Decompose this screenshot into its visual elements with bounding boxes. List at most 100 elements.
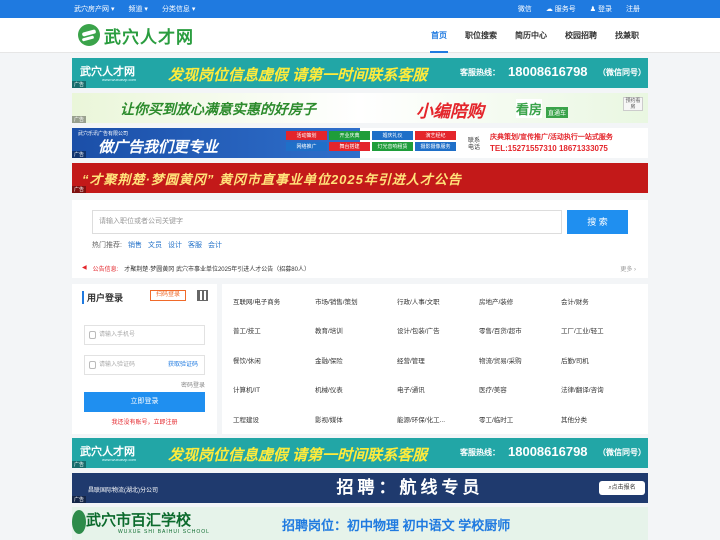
phone-input[interactable]: 请输入手机号 [84, 325, 205, 345]
banner-talent-announcement[interactable]: “才聚荆楚·梦圆黄冈” 黄冈市直事业单位2025年引进人才公告 广告 [72, 163, 648, 193]
apply-button[interactable]: ⌕点击报名 [599, 481, 645, 495]
category-item[interactable]: 物流/贸易/采购 [479, 356, 561, 367]
hot-keywords: 热门推荐: 销售 文员 设计 客服 会计 [92, 240, 222, 250]
banner-house[interactable]: 让你买到放心满意实惠的好房子 小编陪购 看房 直通车 预约看房 广告 [72, 93, 648, 123]
topbar-link-classified[interactable]: 分类信息 ▾ [162, 4, 195, 14]
banner-wechat-note: （微信同号） [598, 448, 646, 457]
ad-tag: 广告 [72, 81, 87, 88]
category-item[interactable]: 影视/媒体 [315, 415, 397, 426]
category-item[interactable]: 教育/培训 [315, 326, 397, 337]
category-item[interactable]: 法律/翻译/咨询 [561, 385, 643, 396]
shield-icon [89, 361, 96, 369]
scan-login-button[interactable]: 扫码登录 [150, 290, 186, 301]
logo-icon [78, 24, 100, 46]
category-item[interactable]: 市场/销售/策划 [315, 297, 397, 308]
banner-house-text: 让你买到放心满意实惠的好房子 [120, 101, 316, 117]
notice-more-link[interactable]: 更多 › [620, 264, 636, 273]
category-item[interactable]: 设计/包装/广告 [397, 326, 479, 337]
nav-job-search[interactable]: 职位搜索 [456, 18, 506, 53]
category-item[interactable]: 其他分类 [561, 415, 643, 426]
register-link[interactable]: 我还没有账号，立即注册 [72, 417, 217, 426]
category-item[interactable]: 餐饮/休闲 [233, 356, 315, 367]
hot-keyword[interactable]: 销售 [128, 240, 142, 250]
site-logo[interactable]: 武穴人才网 [78, 23, 194, 47]
get-code-button[interactable]: 获取验证码 [168, 356, 198, 374]
password-login-link[interactable]: 密码登录 [181, 380, 205, 389]
logistics-title: 招聘：航线专员 [172, 473, 648, 503]
topbar-login[interactable]: ♟ 登录 [590, 4, 612, 14]
category-item[interactable]: 行政/人事/文职 [397, 297, 479, 308]
school-emblem-icon [72, 510, 86, 534]
category-item[interactable]: 医疗/美容 [479, 385, 561, 396]
topbar-register[interactable]: 注册 [626, 4, 640, 14]
category-item[interactable]: 计算机/IT [233, 385, 315, 396]
service-chip: 灯光音响租赁 [372, 142, 413, 151]
category-item[interactable]: 经营/管理 [397, 356, 479, 367]
nav-home[interactable]: 首页 [422, 18, 456, 53]
school-name-en: WUXUE SHI BAIHUI SCHOOL [118, 529, 210, 535]
banner-customer-service-2[interactable]: 武穴人才网 www.wuxuezp.com 发现岗位信息虚假 请第一时间联系客服… [72, 438, 648, 468]
hot-keyword[interactable]: 设计 [168, 240, 182, 250]
banner-customer-service[interactable]: 武穴人才网 www.wuxuezp.com 发现岗位信息虚假 请第一时间联系客服… [72, 58, 648, 88]
topbar-link-house[interactable]: 武穴房产网 ▾ [74, 4, 114, 14]
category-item[interactable]: 后勤/司机 [561, 356, 643, 367]
banner-slogan: 发现岗位信息虚假 请第一时间联系客服 [168, 67, 428, 84]
banner-logo-url: www.wuxuezp.com [102, 457, 137, 462]
top-bar: 武穴房产网 ▾ 频道 ▾ 分类信息 ▾ 微信 ☁ 服务号 ♟ 登录 注册 [0, 0, 720, 18]
banner-contact-label: 联系电话 [468, 138, 481, 151]
ad-tag: 广告 [72, 151, 87, 158]
banner-tel-line: TEL:15271557310 18671333075 [490, 144, 608, 153]
banner-hotline-label: 客服热线： [460, 68, 500, 77]
banner-school-recruit[interactable]: 武穴市百汇学校 WUXUE SHI BAIHUI SCHOOL 招聘岗位：初中物… [72, 507, 648, 540]
topbar-wechat[interactable]: 微信 [518, 4, 532, 14]
logo-text: 武穴人才网 [104, 27, 194, 47]
login-button[interactable]: 立即登录 [84, 392, 205, 412]
search-input[interactable]: 请输入职位或者公司关键字 [92, 210, 562, 234]
banner-services-line: 庆典策划/宣传推广/活动执行一站式服务 [490, 134, 613, 141]
ad-tag: 广告 [72, 116, 87, 123]
category-item[interactable]: 机械/仪表 [315, 385, 397, 396]
hot-keyword[interactable]: 文员 [148, 240, 162, 250]
phone-placeholder: 请输入手机号 [99, 332, 136, 338]
code-input[interactable]: 请输入验证码 获取验证码 [84, 355, 205, 375]
category-item[interactable]: 普工/技工 [233, 326, 315, 337]
nav-resume[interactable]: 简历中心 [506, 18, 556, 53]
hot-keyword[interactable]: 客服 [188, 240, 202, 250]
topbar-service-label: 服务号 [554, 6, 576, 13]
category-item[interactable]: 工程建设 [233, 415, 315, 426]
category-item[interactable]: 金融/保险 [315, 356, 397, 367]
banner-tel: 18008616798 [508, 444, 588, 459]
chat-icon: ☁ [545, 6, 555, 13]
hot-keyword[interactable]: 会计 [208, 240, 222, 250]
notice-label: 公告信息: [92, 267, 119, 273]
site-header: 武穴人才网 首页 职位搜索 简历中心 校园招聘 找兼职 [0, 18, 720, 53]
logistics-company: 昌联国际物流(湖北)分公司 [72, 473, 172, 503]
category-item[interactable]: 房地产/装修 [479, 297, 561, 308]
qrcode-icon[interactable] [197, 290, 208, 301]
service-chip: 开业庆典 [329, 131, 370, 140]
category-item[interactable]: 工厂/工业/轻工 [561, 326, 643, 337]
notice-bar: ◀ 公告信息: 才聚荆楚·梦圆黄冈 武穴市事业单位2025年引进人才公告（招募8… [82, 264, 310, 273]
category-item[interactable]: 零工/临时工 [479, 415, 561, 426]
banner-wechat-note: （微信同号） [598, 68, 646, 77]
category-item[interactable]: 电子/通讯 [397, 385, 479, 396]
notice-link[interactable]: 才聚荆楚·梦圆黄冈 武穴市事业单位2025年引进人才公告（招募80人） [124, 264, 310, 273]
banner-house-escort: 小编陪购 [416, 102, 484, 121]
nav-parttime[interactable]: 找兼职 [606, 18, 648, 53]
category-item[interactable]: 能源/环保/化工... [397, 415, 479, 426]
topbar-service[interactable]: ☁ 服务号 [546, 4, 576, 14]
search-button[interactable]: 搜 索 [567, 210, 628, 234]
ad-tag: 广告 [72, 186, 87, 193]
topbar-link-channel[interactable]: 频道 ▾ [128, 4, 147, 14]
login-panel: 用户登录 扫码登录 请输入手机号 请输入验证码 获取验证码 密码登录 立即登录 我… [72, 284, 217, 434]
banner-slogan: 发现岗位信息虚假 请第一时间联系客服 [168, 447, 428, 464]
category-item[interactable]: 互联网/电子商务 [233, 297, 315, 308]
nav-campus[interactable]: 校园招聘 [556, 18, 606, 53]
service-chip: 网络推广 [286, 142, 327, 151]
user-icon: ♟ [589, 6, 598, 13]
banner-advertising-company[interactable]: 武穴乐讯广告有限公司 做广告我们更专业 活动策划 开业庆典 婚庆礼仪 演艺经纪 … [72, 128, 648, 158]
service-chip: 舞台搭建 [329, 142, 370, 151]
category-item[interactable]: 会计/财务 [561, 297, 643, 308]
banner-logistics-recruit[interactable]: 昌联国际物流(湖北)分公司 招聘：航线专员 ⌕点击报名 广告 [72, 473, 648, 503]
category-item[interactable]: 零售/百货/超市 [479, 326, 561, 337]
